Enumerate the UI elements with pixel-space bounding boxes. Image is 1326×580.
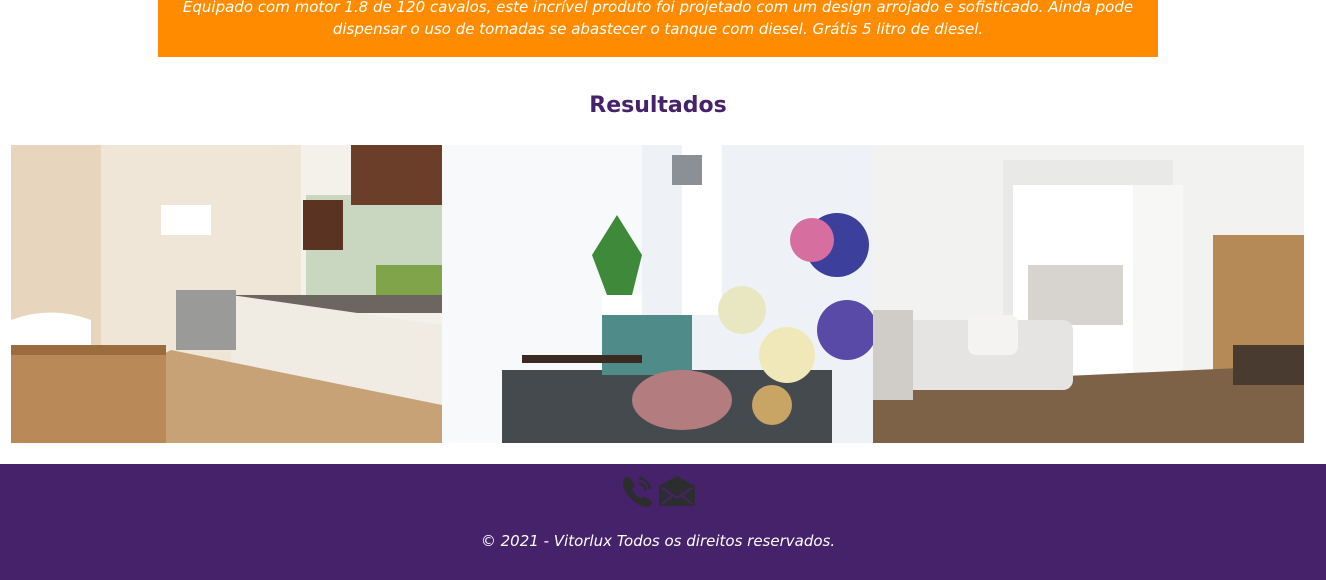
- promo-banner: Equipado com motor 1.8 de 120 cavalos, e…: [158, 0, 1158, 57]
- promo-text-line-1: Equipado com motor 1.8 de 120 cavalos, e…: [182, 0, 1134, 16]
- mail-icon[interactable]: [657, 474, 697, 514]
- results-title: Resultados: [589, 93, 727, 118]
- contact-icons: [619, 474, 699, 514]
- living-room-flowers-photo: [442, 145, 873, 443]
- promo-text-line-2: dispensar o uso de tomadas se abastecer …: [332, 20, 984, 38]
- copyright-text: © 2021 - Vitorlux Todos os direitos rese…: [480, 532, 836, 550]
- kitchen-photo: [11, 145, 442, 443]
- footer: © 2021 - Vitorlux Todos os direitos rese…: [0, 464, 1326, 580]
- bedroom-sofa-photo: [873, 145, 1304, 443]
- page: Equipado com motor 1.8 de 120 cavalos, e…: [0, 0, 1326, 580]
- phone-icon[interactable]: [619, 474, 655, 514]
- results-gallery: [11, 145, 1304, 443]
